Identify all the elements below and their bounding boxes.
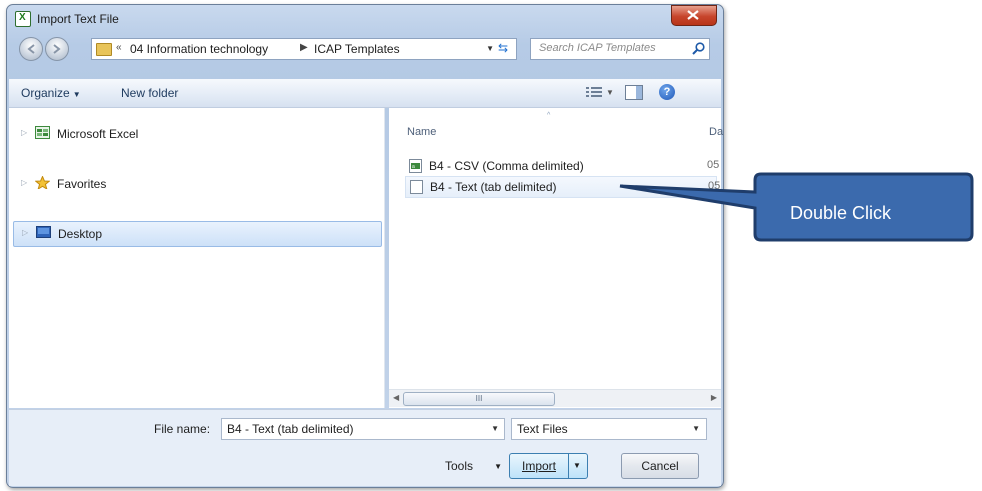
views-dropdown-icon[interactable]: ▼ xyxy=(606,88,614,97)
search-icon[interactable] xyxy=(692,42,705,55)
cancel-label: Cancel xyxy=(641,459,679,473)
star-icon xyxy=(35,176,50,189)
chevron-down-icon[interactable]: ▼ xyxy=(491,424,499,433)
sort-indicator-icon: ^ xyxy=(547,112,551,119)
breadcrumb-separator-icon[interactable]: ▶ xyxy=(300,42,308,53)
nav-item-label: Microsoft Excel xyxy=(57,127,139,141)
organize-menu[interactable]: Organize ▼ xyxy=(21,86,81,100)
column-header-date[interactable]: Da xyxy=(709,126,723,138)
svg-text:a: a xyxy=(412,164,415,170)
file-name: B4 - CSV (Comma delimited) xyxy=(429,159,584,173)
back-arrow-icon xyxy=(27,44,35,54)
scrollbar-thumb[interactable]: III xyxy=(403,392,555,406)
forward-button[interactable] xyxy=(45,37,69,61)
nav-item-label: Desktop xyxy=(58,227,103,241)
views-icon[interactable] xyxy=(586,86,602,99)
address-row: « 04 Information technology ▶ ICAP Templ… xyxy=(7,35,723,63)
column-header-name[interactable]: Name xyxy=(407,126,436,138)
nav-item-desktop[interactable]: ▷ Desktop xyxy=(13,221,382,247)
cancel-button[interactable]: Cancel xyxy=(621,453,699,479)
close-icon xyxy=(687,10,699,20)
chevron-down-icon: ▼ xyxy=(573,461,581,470)
text-file-icon xyxy=(410,180,423,194)
help-icon[interactable]: ? xyxy=(659,84,675,100)
title-bar: Import Text File xyxy=(7,5,723,33)
file-name-value: B4 - Text (tab delimited) xyxy=(227,422,354,436)
callout-text: Double Click xyxy=(790,203,892,223)
import-label: Import xyxy=(521,459,556,473)
breadcrumb-item[interactable]: 04 Information technology xyxy=(130,42,268,56)
expand-arrow-icon[interactable]: ▷ xyxy=(22,228,28,237)
file-type-value: Text Files xyxy=(517,422,568,436)
back-button[interactable] xyxy=(19,37,43,61)
import-options-button[interactable]: ▼ xyxy=(568,453,588,479)
new-folder-button[interactable]: New folder xyxy=(121,86,178,100)
file-name: B4 - Text (tab delimited) xyxy=(430,180,557,194)
excel-icon xyxy=(35,126,50,139)
forward-arrow-icon xyxy=(53,44,61,54)
tools-label: Tools xyxy=(444,459,473,473)
file-name-input[interactable]: B4 - Text (tab delimited) ▼ xyxy=(221,418,505,440)
file-type-select[interactable]: Text Files ▼ xyxy=(511,418,707,440)
scroll-right-icon[interactable]: ▶ xyxy=(711,393,717,402)
file-list: ^ Name Da a B4 - CSV (Comma delimited) 0… xyxy=(389,108,723,408)
expand-arrow-icon[interactable]: ▷ xyxy=(21,128,27,137)
folder-icon xyxy=(96,43,112,56)
tools-button[interactable]: Tools ▼ xyxy=(427,453,509,479)
import-button[interactable]: Import xyxy=(509,453,569,479)
address-dropdown-icon[interactable]: ▼ xyxy=(486,44,494,53)
close-button[interactable] xyxy=(671,5,717,26)
expand-arrow-icon[interactable]: ▷ xyxy=(21,178,27,187)
navigation-pane: ▷ Microsoft Excel ▷ Favorites ▷ Desktop xyxy=(9,108,385,408)
chevron-down-icon[interactable]: ▼ xyxy=(692,424,700,433)
chevron-down-icon: ▼ xyxy=(494,462,502,471)
nav-item-microsoft-excel[interactable]: ▷ Microsoft Excel xyxy=(13,122,380,146)
scroll-left-icon[interactable]: ◀ xyxy=(393,393,399,402)
dialog-footer: File name: B4 - Text (tab delimited) ▼ T… xyxy=(9,409,721,486)
window-title: Import Text File xyxy=(37,12,119,26)
desktop-icon xyxy=(36,226,51,238)
address-bar[interactable]: « 04 Information technology ▶ ICAP Templ… xyxy=(91,38,517,60)
search-placeholder: Search ICAP Templates xyxy=(539,42,656,54)
excel-app-icon xyxy=(15,11,31,27)
breadcrumb-item[interactable]: ICAP Templates xyxy=(314,42,400,56)
nav-item-favorites[interactable]: ▷ Favorites xyxy=(13,172,380,196)
overflow-icon: « xyxy=(116,42,122,53)
command-toolbar: Organize ▼ New folder ▼ ? xyxy=(9,79,721,108)
csv-file-icon: a xyxy=(409,159,422,173)
horizontal-scrollbar[interactable]: ◀ III ▶ xyxy=(389,389,721,407)
nav-item-label: Favorites xyxy=(57,177,107,191)
file-name-label: File name: xyxy=(154,422,211,436)
preview-pane-icon[interactable] xyxy=(625,85,643,100)
refresh-icon[interactable]: ⇆ xyxy=(498,41,512,55)
search-input[interactable]: Search ICAP Templates xyxy=(530,38,710,60)
